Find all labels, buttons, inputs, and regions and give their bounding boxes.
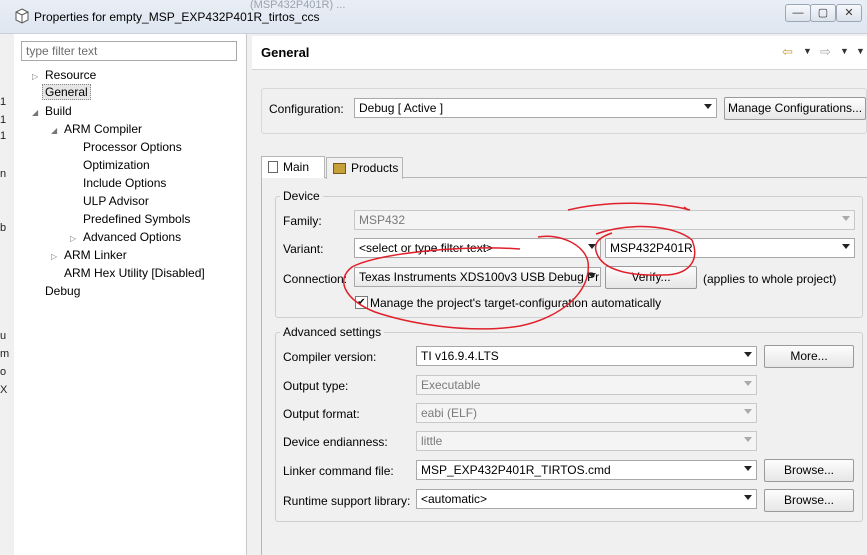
page-header <box>252 36 867 70</box>
gutter-text: 1 <box>0 96 7 108</box>
runtime-library-select[interactable]: <automatic> <box>416 489 757 509</box>
more-button[interactable]: More... <box>764 345 854 368</box>
dropdown-caret-icon <box>744 495 752 500</box>
tab-products[interactable]: Products <box>326 157 403 179</box>
sidebar-item-advanced-options[interactable]: Advanced Options <box>83 229 181 245</box>
output-format-label: Output format: <box>283 407 360 421</box>
back-menu-chevron-icon[interactable]: ▼ <box>803 46 812 56</box>
device-group-title: Device <box>280 189 323 203</box>
dropdown-caret-icon <box>842 244 850 249</box>
gutter-text: 1 <box>0 130 7 142</box>
configuration-label: Configuration: <box>269 102 344 116</box>
runtime-library-label: Runtime support library: <box>283 494 411 508</box>
products-icon <box>333 163 346 174</box>
linker-command-file-select[interactable]: MSP_EXP432P401R_TIRTOS.cmd <box>416 460 757 480</box>
gutter-text: n <box>0 168 7 180</box>
gutter-text: X <box>0 384 8 396</box>
variant-select[interactable]: MSP432P401R <box>605 238 855 258</box>
main-page-icon <box>268 161 278 173</box>
connection-label: Connection: <box>283 272 348 286</box>
output-type-label: Output type: <box>283 379 349 393</box>
gutter-text: o <box>0 366 7 378</box>
device-endianness-select[interactable]: little <box>416 431 757 451</box>
minimize-button[interactable]: — <box>785 4 811 22</box>
variant-filter-input[interactable]: <select or type filter text> <box>354 238 601 258</box>
sidebar-item-arm-linker[interactable]: ARM Linker <box>64 247 127 263</box>
forward-menu-chevron-icon[interactable]: ▼ <box>840 46 849 56</box>
dropdown-caret-icon <box>744 437 752 442</box>
manage-target-config-checkbox[interactable]: ✔ <box>355 296 368 309</box>
close-button[interactable]: ✕ <box>836 4 862 22</box>
gutter-text: u <box>0 330 7 342</box>
dropdown-caret-icon <box>588 244 596 249</box>
manage-configurations-button[interactable]: Manage Configurations... <box>724 97 866 120</box>
connection-select[interactable]: Texas Instruments XDS100v3 USB Debug Pr <box>354 267 601 287</box>
forward-arrow-icon[interactable]: ⇨ <box>820 44 831 60</box>
collapse-arrow-icon[interactable]: ◢ <box>32 108 38 117</box>
sidebar-item-resource[interactable]: Resource <box>45 67 96 83</box>
family-label: Family: <box>283 214 322 228</box>
output-type-select[interactable]: Executable <box>416 375 757 395</box>
output-format-select[interactable]: eabi (ELF) <box>416 403 757 423</box>
gutter-text: m <box>0 348 10 360</box>
collapse-arrow-icon[interactable]: ◢ <box>51 126 57 135</box>
page-title: General <box>261 45 310 60</box>
expand-arrow-icon[interactable]: ▷ <box>70 234 76 243</box>
view-menu-chevron-icon[interactable]: ▼ <box>856 46 865 56</box>
expand-arrow-icon[interactable]: ▷ <box>32 72 38 81</box>
sidebar-item-debug[interactable]: Debug <box>45 283 80 299</box>
compiler-version-select[interactable]: TI v16.9.4.LTS <box>416 346 757 366</box>
verify-button[interactable]: Verify... <box>605 266 697 289</box>
dropdown-caret-icon <box>704 104 712 109</box>
maximize-button[interactable]: ▢ <box>810 4 836 22</box>
linker-command-file-label: Linker command file: <box>283 464 394 478</box>
back-arrow-icon[interactable]: ⇦ <box>782 44 793 60</box>
dropdown-caret-icon <box>744 466 752 471</box>
connection-note: (applies to whole project) <box>703 272 837 286</box>
gutter-text: b <box>0 222 7 234</box>
expand-arrow-icon[interactable]: ▷ <box>51 252 57 261</box>
background-window-text: (MSP432P401R) ... <box>250 0 346 11</box>
tab-main[interactable]: Main <box>261 156 325 178</box>
dropdown-caret-icon <box>588 273 596 278</box>
sidebar-item-processor-options[interactable]: Processor Options <box>83 139 182 155</box>
device-endianness-label: Device endianness: <box>283 435 388 449</box>
family-select[interactable]: MSP432 <box>354 210 855 230</box>
advanced-group-title: Advanced settings <box>280 325 385 339</box>
sidebar-item-build[interactable]: Build <box>45 103 72 119</box>
browse-runtime-button[interactable]: Browse... <box>764 489 854 512</box>
sidebar-item-general[interactable]: General <box>42 84 91 100</box>
dropdown-caret-icon <box>744 409 752 414</box>
dropdown-caret-icon <box>744 352 752 357</box>
sidebar-item-optimization[interactable]: Optimization <box>83 157 150 173</box>
sidebar-item-include-options[interactable]: Include Options <box>83 175 166 191</box>
filter-input[interactable] <box>21 41 237 61</box>
app-cube-icon <box>15 8 29 24</box>
compiler-version-label: Compiler version: <box>283 350 377 364</box>
sidebar-item-predefined-symbols[interactable]: Predefined Symbols <box>83 211 190 227</box>
manage-target-config-label: Manage the project's target-configuratio… <box>370 296 662 310</box>
browse-linker-button[interactable]: Browse... <box>764 459 854 482</box>
sidebar-item-label: General <box>42 84 91 100</box>
sidebar-item-ulp-advisor[interactable]: ULP Advisor <box>83 193 149 209</box>
variant-label: Variant: <box>283 242 324 256</box>
sidebar-item-arm-compiler[interactable]: ARM Compiler <box>64 121 142 137</box>
window-title: Properties for empty_MSP_EXP432P401R_tir… <box>34 10 320 24</box>
configuration-select[interactable]: Debug [ Active ] <box>354 98 717 118</box>
dropdown-caret-icon <box>744 381 752 386</box>
dropdown-caret-icon <box>842 216 850 221</box>
sidebar-item-arm-hex-utility[interactable]: ARM Hex Utility [Disabled] <box>64 265 205 281</box>
gutter-text: 1 <box>0 114 7 126</box>
